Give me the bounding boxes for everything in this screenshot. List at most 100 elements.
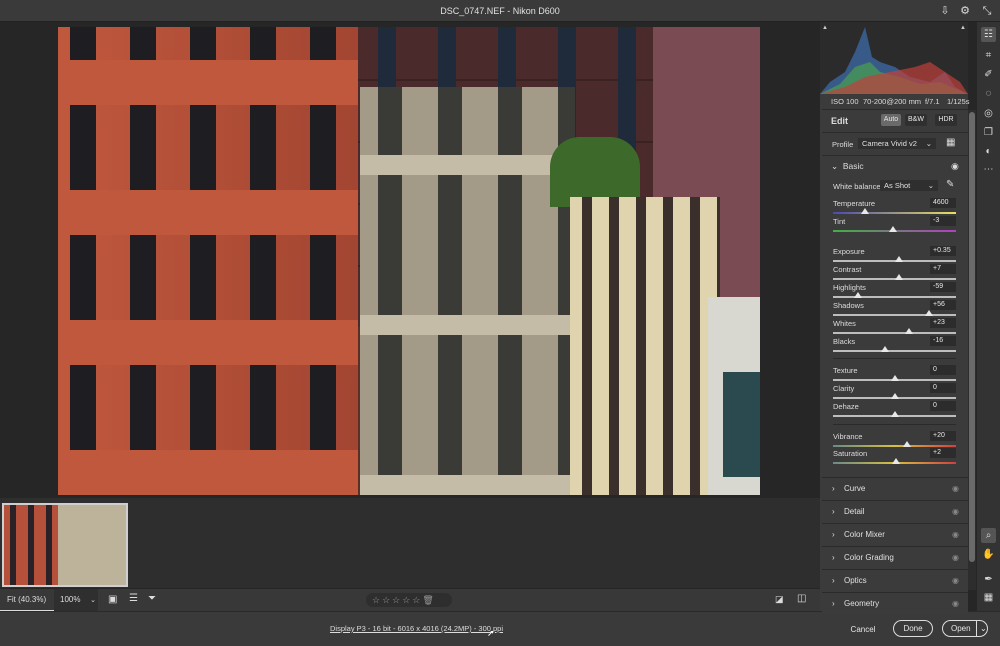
visibility-eye-icon[interactable]: ◉ bbox=[951, 161, 959, 172]
more-icon[interactable]: ⋯ bbox=[981, 162, 996, 177]
vibrance-value-input[interactable]: +20 bbox=[930, 431, 956, 441]
star-rating[interactable]: ☆☆☆☆☆🗑 bbox=[366, 593, 452, 607]
gear-icon[interactable]: ⚙ bbox=[958, 4, 972, 18]
temperature-slider-thumb[interactable] bbox=[860, 208, 869, 214]
dehaze-value-input[interactable]: 0 bbox=[930, 401, 956, 411]
section-curve[interactable]: › Curve ◉ bbox=[822, 477, 968, 499]
done-button[interactable]: Done bbox=[893, 620, 933, 637]
open-dropdown-icon[interactable]: ⌄ bbox=[976, 621, 987, 636]
visibility-eye-icon[interactable]: ◉ bbox=[952, 576, 959, 585]
profile-dropdown[interactable]: Camera Vivid v2 ⌄ bbox=[858, 138, 936, 149]
masking-icon[interactable]: ◌ bbox=[981, 86, 996, 101]
photo-preview[interactable] bbox=[58, 27, 760, 495]
crop-icon[interactable]: ⌗ bbox=[981, 48, 996, 63]
zoom-dropdown-icon[interactable]: ⌄ bbox=[88, 589, 98, 611]
tint-slider-thumb[interactable] bbox=[889, 226, 898, 232]
section-geometry[interactable]: › Geometry ◉ bbox=[822, 592, 968, 614]
sort-icon[interactable]: ☰ bbox=[129, 593, 138, 604]
fit-zoom-button[interactable]: Fit (40.3%) bbox=[0, 589, 54, 611]
clarity-label: Clarity bbox=[833, 384, 855, 393]
vibrance-slider-thumb[interactable] bbox=[902, 441, 911, 447]
scrollbar-thumb[interactable] bbox=[969, 112, 975, 562]
contrast-slider-thumb[interactable] bbox=[894, 274, 903, 280]
open-label: Open bbox=[951, 624, 971, 633]
vibrance-label: Vibrance bbox=[833, 432, 863, 441]
grid-overlay-icon[interactable]: ▦ bbox=[981, 590, 996, 605]
blacks-slider[interactable] bbox=[833, 350, 956, 352]
clarity-value-input[interactable]: 0 bbox=[930, 383, 956, 393]
section-optics[interactable]: › Optics ◉ bbox=[822, 569, 968, 591]
saturation-value-input[interactable]: +2 bbox=[930, 448, 956, 458]
visibility-eye-icon[interactable]: ◉ bbox=[952, 530, 959, 539]
filter-icon[interactable]: ⏷ bbox=[148, 593, 156, 604]
export-icon[interactable]: ⇩ bbox=[938, 4, 952, 18]
filmstrip-view-icon[interactable]: ▣ bbox=[108, 594, 117, 605]
bw-button[interactable]: B&W bbox=[905, 114, 927, 126]
brick-band bbox=[58, 27, 358, 495]
tint-value-input[interactable]: -3 bbox=[930, 216, 956, 226]
visibility-eye-icon[interactable]: ◉ bbox=[952, 553, 959, 562]
basic-section-header[interactable]: ⌄ Basic bbox=[831, 161, 864, 172]
whites-value-input[interactable]: +23 bbox=[930, 318, 956, 328]
clarity-slider-thumb[interactable] bbox=[890, 393, 899, 399]
zoom-tool-icon[interactable]: ⌕ bbox=[981, 528, 996, 543]
white-balance-dropdown[interactable]: As Shot ⌄ bbox=[880, 180, 938, 191]
profile-value: Camera Vivid v2 bbox=[862, 139, 917, 148]
collapse-icon[interactable]: ⤡ bbox=[980, 4, 994, 18]
chevron-down-icon: ⌄ bbox=[927, 181, 934, 190]
section-detail[interactable]: › Detail ◉ bbox=[822, 500, 968, 522]
whites-slider[interactable] bbox=[833, 332, 956, 334]
hdr-button[interactable]: HDR bbox=[935, 114, 957, 126]
contrast-value-input[interactable]: +7 bbox=[930, 264, 956, 274]
exposure-slider-thumb[interactable] bbox=[894, 256, 903, 262]
whites-slider-thumb[interactable] bbox=[904, 328, 913, 334]
visibility-eye-icon[interactable]: ◉ bbox=[952, 599, 959, 608]
trash-icon[interactable]: 🗑 bbox=[422, 595, 435, 605]
window bbox=[723, 372, 760, 477]
shadows-slider[interactable] bbox=[833, 314, 956, 316]
healing-icon[interactable]: ✐ bbox=[981, 67, 996, 82]
edit-sliders-icon[interactable]: ☷ bbox=[981, 27, 996, 42]
profile-browser-icon[interactable]: ▦ bbox=[946, 137, 955, 148]
footer-bar: Display P3 - 16 bit - 6016 x 4016 (24.2M… bbox=[0, 611, 1000, 646]
workflow-options-link[interactable]: Display P3 - 16 bit - 6016 x 4016 (24.2M… bbox=[330, 624, 503, 633]
saturation-slider-thumb[interactable] bbox=[891, 458, 900, 464]
shadows-slider-thumb[interactable] bbox=[924, 310, 933, 316]
shadows-value-input[interactable]: +56 bbox=[930, 300, 956, 310]
visibility-eye-icon[interactable]: ◉ bbox=[952, 484, 959, 493]
cancel-button[interactable]: Cancel bbox=[843, 622, 883, 638]
auto-button[interactable]: Auto bbox=[881, 114, 901, 126]
section-color-mixer[interactable]: › Color Mixer ◉ bbox=[822, 523, 968, 545]
section-title: Color Grading bbox=[844, 553, 894, 562]
basic-title: Basic bbox=[842, 161, 864, 171]
filmstrip-thumbnail[interactable] bbox=[2, 503, 128, 587]
eyedropper-icon[interactable]: ✎ bbox=[946, 179, 954, 190]
color-sampler-icon[interactable]: ✒ bbox=[981, 572, 996, 587]
section-color-grading[interactable]: › Color Grading ◉ bbox=[822, 546, 968, 568]
presets-icon[interactable]: ◐ bbox=[981, 144, 996, 159]
highlights-slider[interactable] bbox=[833, 296, 956, 298]
blacks-slider-thumb[interactable] bbox=[880, 346, 889, 352]
divider bbox=[833, 424, 956, 425]
blacks-value-input[interactable]: -16 bbox=[930, 336, 956, 346]
before-after-icon[interactable]: ◪ bbox=[775, 594, 784, 605]
shadow-clipping-icon: ▲ bbox=[822, 25, 828, 31]
visibility-eye-icon[interactable]: ◉ bbox=[952, 507, 959, 516]
highlights-value-input[interactable]: -59 bbox=[930, 282, 956, 292]
highlights-slider-thumb[interactable] bbox=[854, 292, 863, 298]
temperature-value-input[interactable]: 4600 bbox=[930, 198, 956, 208]
vibrance-slider[interactable] bbox=[833, 445, 956, 447]
thumbnail-brick bbox=[4, 505, 58, 585]
open-button[interactable]: Open ⌄ bbox=[942, 620, 988, 637]
snapshots-icon[interactable]: ❐ bbox=[981, 125, 996, 140]
hand-tool-icon[interactable]: ✋ bbox=[981, 547, 996, 562]
compare-view-icon[interactable]: ◫ bbox=[797, 593, 806, 604]
texture-slider-thumb[interactable] bbox=[890, 375, 899, 381]
zoom-100-button[interactable]: 100% bbox=[54, 589, 88, 611]
dehaze-slider-thumb[interactable] bbox=[890, 411, 899, 417]
exposure-value-input[interactable]: +0.35 bbox=[930, 246, 956, 256]
texture-value-input[interactable]: 0 bbox=[930, 365, 956, 375]
red-eye-icon[interactable]: ◎ bbox=[981, 106, 996, 121]
bottom-toolbar: Fit (40.3%) 100% ⌄ ▣ ☰ ⏷ ☆☆☆☆☆🗑 ◪ ◫ bbox=[0, 589, 820, 611]
temperature-slider[interactable] bbox=[833, 212, 956, 214]
